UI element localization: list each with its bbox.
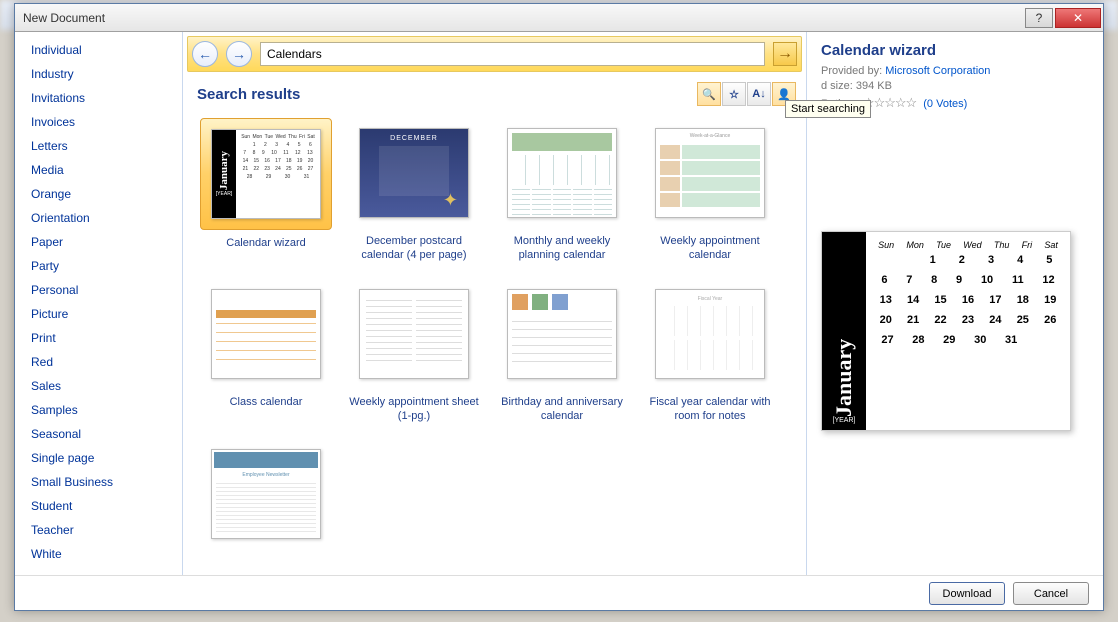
sidebar-item-individual[interactable]: Individual <box>31 38 182 62</box>
forward-button[interactable]: → <box>226 41 252 67</box>
template-item[interactable]: Week-at-a-Glance Weekly appointment calen… <box>639 118 781 263</box>
template-item[interactable]: DECEMBER✦ December postcard calendar (4 p… <box>343 118 485 263</box>
sidebar-item-red[interactable]: Red <box>31 350 182 374</box>
cancel-button[interactable]: Cancel <box>1013 582 1089 605</box>
template-thumbnail <box>349 279 479 389</box>
template-label: Monthly and weekly planning calendar <box>497 234 627 263</box>
search-input[interactable]: Calendars <box>260 42 765 66</box>
results-heading: Search results <box>197 86 300 103</box>
template-label: Fiscal year calendar with room for notes <box>645 395 775 424</box>
provider-link[interactable]: Microsoft Corporation <box>885 65 990 77</box>
template-item[interactable]: Weekly appointment sheet (1-pg.) <box>343 279 485 424</box>
sidebar-item-party[interactable]: Party <box>31 254 182 278</box>
template-thumbnail: Fiscal Year <box>645 279 775 389</box>
sort-button[interactable]: A↓ <box>747 82 771 106</box>
preview-provider: Provided by: Microsoft Corporation <box>821 65 1089 77</box>
view-favorites-icon[interactable]: ☆ <box>722 82 746 106</box>
search-value: Calendars <box>267 47 322 61</box>
sidebar-item-media[interactable]: Media <box>31 158 182 182</box>
view-search-icon[interactable]: 🔍 <box>697 82 721 106</box>
sidebar-item-teacher[interactable]: Teacher <box>31 518 182 542</box>
sidebar-item-sales[interactable]: Sales <box>31 374 182 398</box>
download-button[interactable]: Download <box>929 582 1005 605</box>
template-label: Weekly appointment calendar <box>645 234 775 263</box>
sidebar-item-invitations[interactable]: Invitations <box>31 86 182 110</box>
sidebar-item-samples[interactable]: Samples <box>31 398 182 422</box>
sidebar-item-small-business[interactable]: Small Business <box>31 470 182 494</box>
sidebar-item-industry[interactable]: Industry <box>31 62 182 86</box>
template-label: Weekly appointment sheet (1-pg.) <box>349 395 479 424</box>
sidebar-item-seasonal[interactable]: Seasonal <box>31 422 182 446</box>
preview-size: d size: 394 KB <box>821 80 1089 92</box>
sidebar-item-paper[interactable]: Paper <box>31 230 182 254</box>
template-label: Class calendar <box>230 395 303 409</box>
close-button[interactable]: ✕ <box>1055 8 1101 28</box>
help-button[interactable]: ? <box>1025 8 1053 28</box>
template-thumbnail <box>201 279 331 389</box>
results-pane: ← → Calendars → Search results 🔍 ☆ A↓ 👤 … <box>183 32 807 575</box>
navigation-bar: ← → Calendars → <box>187 36 802 72</box>
template-thumbnail: Employee Newsletter <box>201 439 331 549</box>
dialog-footer: Download Cancel <box>15 575 1103 611</box>
sidebar-item-picture[interactable]: Picture <box>31 302 182 326</box>
back-button[interactable]: ← <box>192 41 218 67</box>
template-label: Calendar wizard <box>226 236 305 250</box>
template-thumbnail <box>497 279 627 389</box>
template-label: Birthday and anniversary calendar <box>497 395 627 424</box>
template-item[interactable]: Fiscal Year Fiscal year calendar with roo… <box>639 279 781 424</box>
sidebar-item-student[interactable]: Student <box>31 494 182 518</box>
template-item[interactable]: Birthday and anniversary calendar <box>491 279 633 424</box>
sidebar-item-orientation[interactable]: Orientation <box>31 206 182 230</box>
sidebar-item-invoices[interactable]: Invoices <box>31 110 182 134</box>
window-title: New Document <box>23 11 105 25</box>
sidebar-item-personal[interactable]: Personal <box>31 278 182 302</box>
votes-link[interactable]: (0 Votes) <box>923 98 967 110</box>
template-thumbnail <box>497 118 627 228</box>
template-label: December postcard calendar (4 per page) <box>349 234 479 263</box>
tooltip: Start searching <box>785 100 871 118</box>
template-item[interactable]: January[YEAR]SunMonTueWedThuFriSat123456… <box>195 118 337 263</box>
sidebar-item-print[interactable]: Print <box>31 326 182 350</box>
template-thumbnail: Week-at-a-Glance <box>645 118 775 228</box>
template-item[interactable]: Employee Newsletter <box>195 439 337 555</box>
category-sidebar[interactable]: IndividualIndustryInvitationsInvoicesLet… <box>15 32 183 575</box>
sidebar-item-white[interactable]: White <box>31 542 182 566</box>
sidebar-item-single-page[interactable]: Single page <box>31 446 182 470</box>
template-item[interactable]: Monthly and weekly planning calendar <box>491 118 633 263</box>
preview-title: Calendar wizard <box>821 42 1089 59</box>
results-grid[interactable]: January[YEAR]SunMonTueWedThuFriSat123456… <box>183 110 806 575</box>
preview-thumbnail: January [YEAR] SunMonTueWedThuFriSat1234… <box>821 231 1071 431</box>
template-thumbnail: January[YEAR]SunMonTueWedThuFriSat123456… <box>200 118 332 230</box>
template-thumbnail: DECEMBER✦ <box>349 118 479 228</box>
titlebar: New Document ? ✕ <box>15 4 1103 32</box>
results-header: Search results 🔍 ☆ A↓ 👤 <box>183 72 806 110</box>
sidebar-item-letters[interactable]: Letters <box>31 134 182 158</box>
sidebar-item-orange[interactable]: Orange <box>31 182 182 206</box>
search-go-button[interactable]: → <box>773 42 797 66</box>
new-document-dialog: New Document ? ✕ IndividualIndustryInvit… <box>14 3 1104 611</box>
template-item[interactable]: Class calendar <box>195 279 337 424</box>
